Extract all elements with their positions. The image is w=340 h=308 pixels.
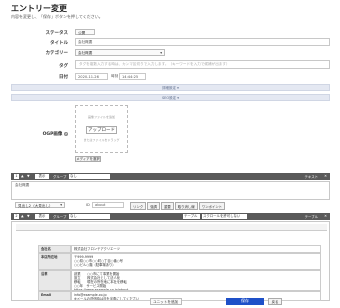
- table-header-cell[interactable]: 会社名: [38, 245, 71, 253]
- table-header-cell[interactable]: 沿革: [38, 270, 71, 291]
- unit-1-bar: 1 ▲ ▼ 表示 グループ なし テキスト ✕: [11, 173, 330, 180]
- unit-1-textarea[interactable]: 会社概要: [11, 181, 330, 200]
- table-header-cell[interactable]: 本店所在地: [38, 253, 71, 270]
- move-up-icon[interactable]: ▲: [21, 174, 24, 178]
- group-label: グループ: [53, 215, 67, 219]
- upload-button[interactable]: アップロード: [86, 126, 117, 134]
- page-title: エントリー変更: [11, 4, 67, 13]
- media-select-button[interactable]: メディアを選択: [75, 156, 101, 162]
- status-select[interactable]: 公開: [75, 29, 95, 35]
- strikethrough-button[interactable]: 取り消し線: [174, 202, 198, 210]
- display-select[interactable]: 表示: [35, 214, 49, 219]
- scroll-select[interactable]: スクロールを許可しない: [202, 214, 247, 219]
- id-input[interactable]: about: [92, 202, 124, 208]
- detail-settings-bar[interactable]: 詳細設定 ▾: [11, 84, 330, 91]
- category-label: カテゴリー: [45, 51, 69, 56]
- move-down-icon[interactable]: ▼: [27, 214, 30, 218]
- unit-type-label: テキスト: [304, 175, 318, 179]
- table-cell[interactable]: 創業 ○○市にて事業を開始 設立 株式会社として法人化 移転 現在の所在地に本社…: [71, 270, 321, 291]
- emphasis-button[interactable]: 強調: [147, 202, 160, 210]
- unit-number: 1: [14, 174, 19, 179]
- title-input[interactable]: 会社概要: [75, 38, 330, 46]
- table-cell[interactable]: info@example.co.jp ※メールの送信時は＠を半角にしてください: [71, 291, 321, 301]
- close-icon[interactable]: ✕: [324, 174, 327, 178]
- save-button[interactable]: 保存: [226, 298, 264, 305]
- move-down-icon[interactable]: ▼: [27, 174, 30, 178]
- add-unit-select[interactable]: ユニットを追加: [150, 298, 182, 305]
- text-format-buttons: リンク 強調 重要 取り消し線 ワンポイント: [130, 202, 226, 210]
- close-icon[interactable]: ✕: [324, 214, 327, 218]
- date-input[interactable]: 2020-11-26: [75, 73, 108, 80]
- link-button[interactable]: リンク: [130, 202, 147, 210]
- chevron-down-icon: ▾: [60, 203, 62, 207]
- page-subtitle: 内容を変更し、「保存」ボタンを押してください。: [11, 14, 103, 19]
- seo-settings-bar[interactable]: SEO設定 ▾: [11, 94, 330, 101]
- id-label: ID: [86, 203, 90, 207]
- table-cell[interactable]: 〒999-9999 ○○県○○市○○町○丁目○番○号 ○○ビル○階（駐車場あり）: [71, 253, 321, 270]
- table-mode-select[interactable]: テーブル: [183, 214, 200, 219]
- group-select[interactable]: なし: [69, 214, 110, 219]
- dropzone-subtext: またはファイルをドラッグ: [83, 138, 120, 142]
- dropzone-text: 画像ファイルを追加: [87, 115, 115, 119]
- time-label: 時刻: [111, 74, 119, 78]
- unit-number: 2: [14, 214, 19, 219]
- help-icon[interactable]: ?: [64, 132, 68, 136]
- title-label: タイトル: [50, 41, 68, 46]
- group-label: グループ: [53, 175, 67, 179]
- display-select[interactable]: 表示: [35, 174, 49, 179]
- date-label: 日付: [59, 75, 68, 80]
- important-button[interactable]: 重要: [160, 202, 174, 210]
- move-up-icon[interactable]: ▲: [21, 214, 24, 218]
- table-editor: 会社名 株式会社フロンテアクリエーツ 本店所在地 〒999-9999 ○○県○○…: [11, 221, 330, 301]
- tag-input[interactable]: タグを複数入力する時は、カンマ区切りで入力します。（キーワードを入力で候補が出ま…: [75, 60, 330, 69]
- back-button[interactable]: 戻る: [268, 298, 282, 305]
- category-select[interactable]: 会社概要 ▾: [75, 49, 165, 56]
- ogp-label: OGP画像 ?: [42, 132, 68, 137]
- onepoint-button[interactable]: ワンポイント: [198, 202, 226, 210]
- heading-style-select[interactable]: 見出し2（大見出し） ▾: [15, 202, 65, 208]
- table-toolbar[interactable]: [16, 224, 327, 231]
- ogp-dropzone[interactable]: 画像ファイルを追加 アップロード またはファイルをドラッグ: [75, 105, 128, 153]
- table-cell[interactable]: 株式会社フロンテアクリエーツ: [71, 245, 321, 253]
- table-header-cell[interactable]: Email: [38, 291, 71, 301]
- unit-2-bar: 2 ▲ ▼ 表示 グループ なし テーブル スクロールを許可しない テーブル ✕: [11, 213, 330, 220]
- status-label: ステータス: [45, 31, 69, 36]
- time-input[interactable]: 14:44:25: [119, 73, 146, 80]
- tag-label: タグ: [59, 64, 68, 69]
- chevron-down-icon: ▾: [160, 51, 162, 55]
- group-select[interactable]: なし: [69, 174, 110, 179]
- unit-type-label: テーブル: [304, 215, 318, 219]
